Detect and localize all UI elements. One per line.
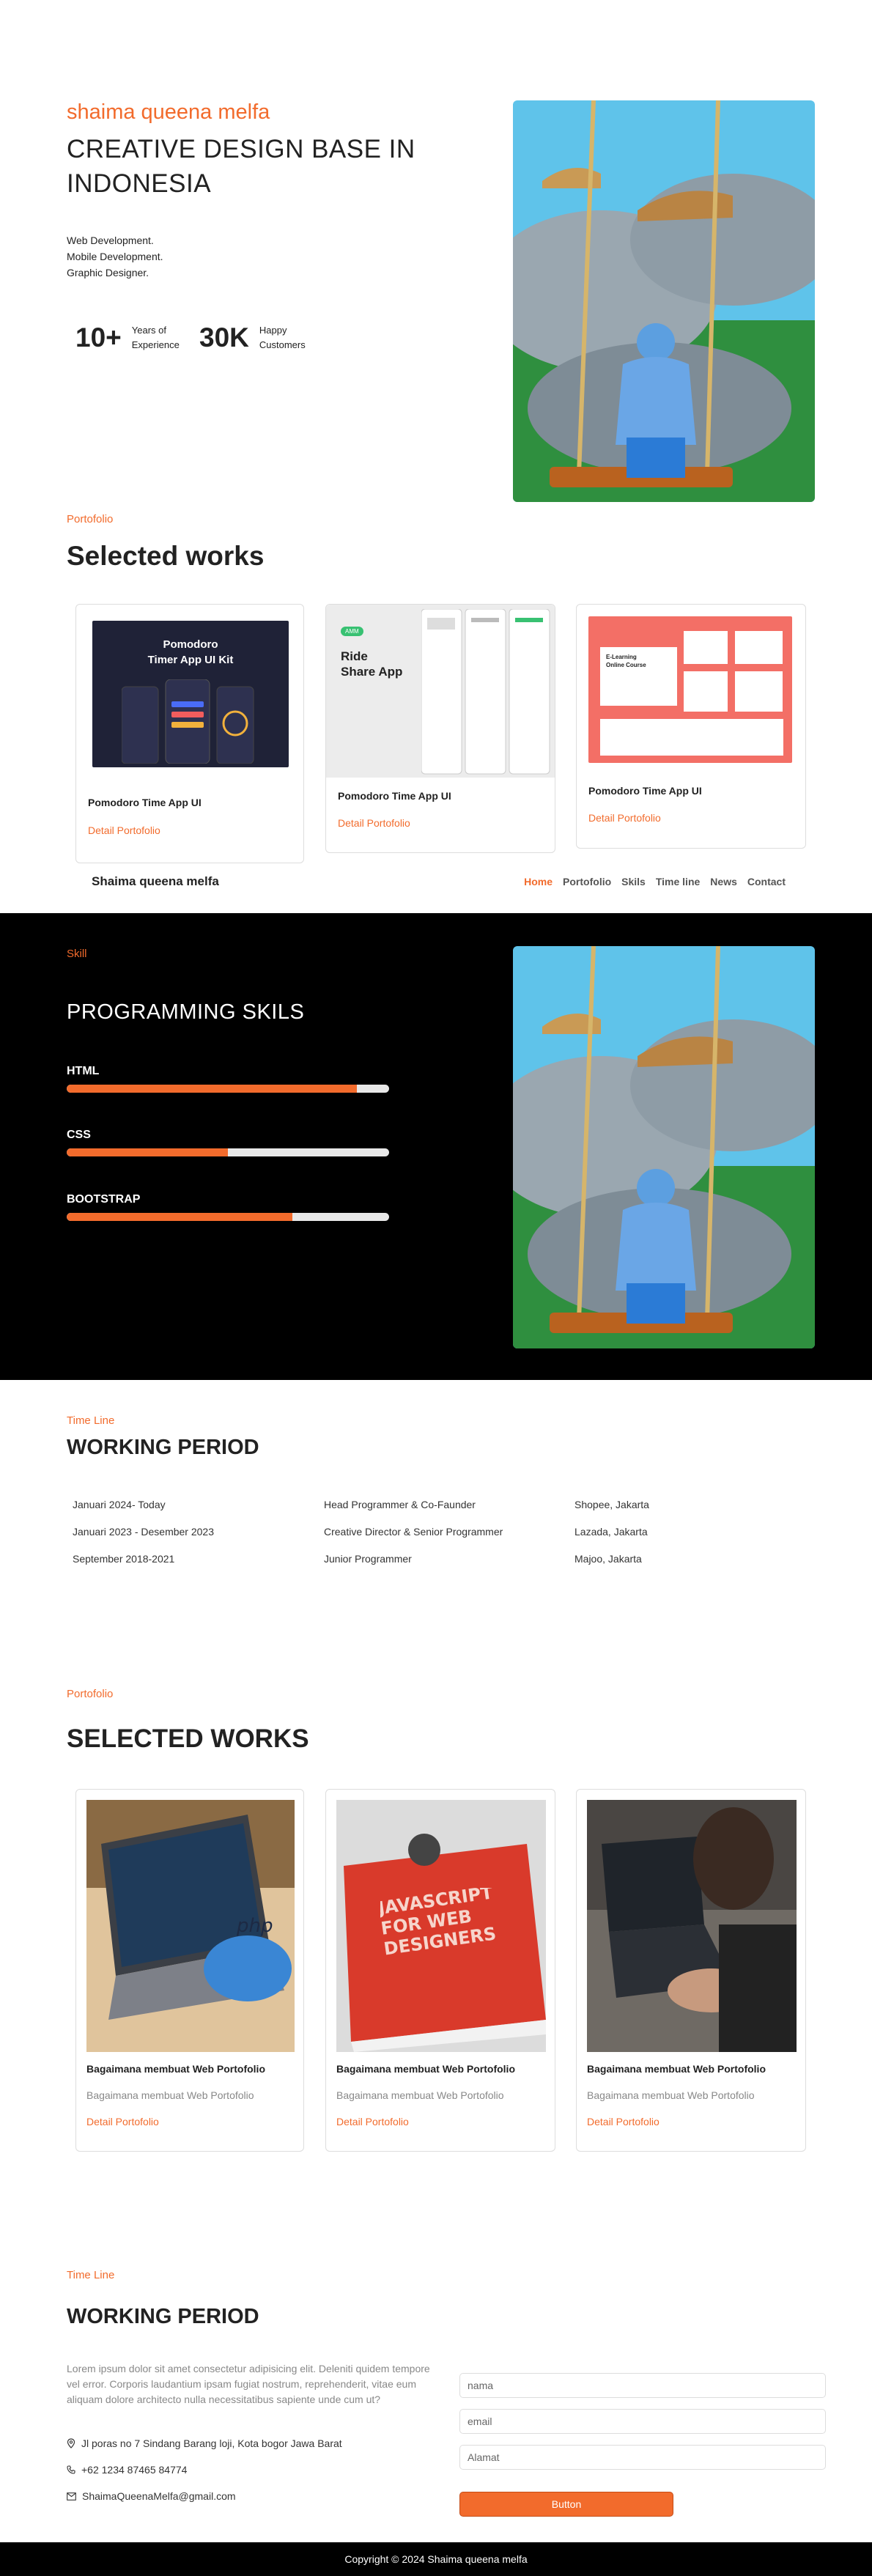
contact-phone: +62 1234 87465 84774 — [67, 2464, 187, 2476]
work-card-title: Bagaimana membuat Web Portofolio — [587, 2063, 766, 2075]
skill-kicker: Skill — [67, 948, 87, 960]
stat-label: Years of Experience — [131, 325, 180, 350]
stat-number: 10+ — [75, 322, 122, 353]
portfolio-card-link[interactable]: Detail Portofolio — [338, 817, 410, 829]
contact-phone-text: +62 1234 87465 84774 — [81, 2464, 188, 2476]
hero-skill-item: Web Development. — [67, 235, 154, 246]
work-card-title: Bagaimana membuat Web Portofolio — [336, 2063, 515, 2075]
work-card-image: php — [86, 1800, 295, 2052]
envelope-icon — [67, 2492, 76, 2501]
phone-icon — [67, 2465, 75, 2474]
stat-customers: 30K Happy Customers — [199, 322, 306, 353]
email-input[interactable] — [459, 2409, 826, 2434]
nav-link-timeline[interactable]: Time line — [656, 876, 700, 887]
portfolio-card-image: E-Learning Online Course — [588, 616, 792, 763]
hero-skill-item: Mobile Development. — [67, 251, 163, 262]
nav-link-skils[interactable]: Skils — [621, 876, 646, 887]
hero-title: CREATIVE DESIGN BASE IN INDONESIA — [67, 135, 415, 198]
portfolio-card-title: Pomodoro Time App UI — [88, 797, 202, 808]
portfolio-card[interactable]: Pomodoro Timer App UI Kit Pomodoro Time … — [75, 604, 304, 863]
contact-description: Lorem ipsum dolor sit amet consectetur a… — [67, 2363, 430, 2405]
portfolio-card-title: Pomodoro Time App UI — [338, 790, 451, 802]
work-card[interactable]: JAVASCRIPT FOR WEB DESIGNERS Bagaimana m… — [325, 1789, 555, 2152]
name-input[interactable] — [459, 2373, 826, 2398]
work-card-subtitle: Bagaimana membuat Web Portofolio — [86, 2089, 254, 2101]
work-card[interactable]: Bagaimana membuat Web Portofolio Bagaima… — [576, 1789, 806, 2152]
address-input[interactable] — [459, 2445, 826, 2470]
timeline-kicker: Time Line — [67, 1414, 115, 1427]
location-pin-icon — [67, 2438, 75, 2448]
navbar-links: Home Portofolio Skils Time line News Con… — [524, 876, 786, 887]
portfolio-card-image: AMM Ride Share App — [326, 605, 555, 778]
hero-skill-list: Web Development. Mobile Development. Gra… — [67, 232, 163, 281]
contact-address: Jl poras no 7 Sindang Barang loji, Kota … — [67, 2437, 342, 2449]
skill-label: HTML — [67, 1065, 100, 1077]
portfolio-title: Selected works — [67, 541, 265, 571]
contact-kicker: Time Line — [67, 2269, 115, 2281]
portfolio-card-image: Pomodoro Timer App UI Kit — [92, 621, 289, 767]
timeline-period: Januari 2024- Today — [73, 1499, 166, 1510]
nav-link-home[interactable]: Home — [524, 876, 553, 887]
work-card-link[interactable]: Detail Portofolio — [587, 2116, 659, 2127]
portfolio-card-link[interactable]: Detail Portofolio — [88, 824, 160, 836]
skill-label: CSS — [67, 1129, 91, 1141]
timeline-role: Junior Programmer — [324, 1553, 412, 1565]
timeline-period: September 2018-2021 — [73, 1553, 175, 1565]
hero-skill-item: Graphic Designer. — [67, 267, 149, 278]
skill-bar — [67, 1213, 389, 1221]
skill-bar-fill — [67, 1148, 228, 1156]
timeline-period: Januari 2023 - Desember 2023 — [73, 1526, 215, 1538]
svg-text:php: php — [236, 1915, 273, 1937]
skill-bar-fill — [67, 1213, 292, 1221]
skill-label: BOOTSTRAP — [67, 1193, 141, 1206]
portfolio-card-title: Pomodoro Time App UI — [588, 785, 702, 797]
skill-bar — [67, 1148, 389, 1156]
portfolio-kicker: Portofolio — [67, 513, 114, 525]
footer: Copyright © 2024 Shaima queena melfa — [0, 2542, 872, 2576]
work-card[interactable]: php Bagaimana membuat Web Portofolio Bag… — [75, 1789, 304, 2152]
skill-photo — [513, 946, 815, 1348]
timeline-company: Lazada, Jakarta — [574, 1526, 648, 1538]
nav-link-news[interactable]: News — [710, 876, 737, 887]
navbar-brand[interactable]: Shaima queena melfa — [92, 874, 219, 889]
portfolio-card[interactable]: E-Learning Online Course Pomodoro Time A… — [576, 604, 806, 849]
timeline-company: Shopee, Jakarta — [574, 1499, 649, 1510]
portfolio-card[interactable]: AMM Ride Share App Pomodoro Time App UI … — [325, 604, 555, 853]
stat-label: Happy Customers — [259, 325, 306, 350]
timeline-company: Majoo, Jakarta — [574, 1553, 642, 1565]
nav-link-portofolio[interactable]: Portofolio — [563, 876, 611, 887]
works-title: SELECTED WORKS — [67, 1724, 309, 1753]
timeline-title: WORKING PERIOD — [67, 1436, 259, 1459]
work-card-image: JAVASCRIPT FOR WEB DESIGNERS — [336, 1800, 546, 2052]
timeline-role: Creative Director & Senior Programmer — [324, 1526, 503, 1538]
portfolio-card-link[interactable]: Detail Portofolio — [588, 812, 661, 824]
contact-email: ShaimaQueenaMelfa@gmail.com — [67, 2490, 236, 2502]
stat-number: 30K — [199, 322, 249, 353]
hero-name: shaima queena melfa — [67, 100, 270, 124]
timeline-role: Head Programmer & Co-Faunder — [324, 1499, 476, 1510]
footer-copyright: Copyright © 2024 Shaima queena melfa — [344, 2553, 528, 2565]
submit-button[interactable]: Button — [459, 2492, 673, 2517]
work-card-link[interactable]: Detail Portofolio — [336, 2116, 409, 2127]
works-kicker: Portofolio — [67, 1688, 114, 1700]
contact-email-text: ShaimaQueenaMelfa@gmail.com — [82, 2490, 236, 2502]
skill-title: PROGRAMMING SKILS — [67, 1000, 305, 1024]
hero-photo — [513, 100, 815, 502]
work-card-title: Bagaimana membuat Web Portofolio — [86, 2063, 265, 2075]
skill-bar-fill — [67, 1085, 357, 1093]
nav-link-contact[interactable]: Contact — [747, 876, 786, 887]
contact-address-text: Jl poras no 7 Sindang Barang loji, Kota … — [81, 2437, 342, 2449]
work-card-subtitle: Bagaimana membuat Web Portofolio — [587, 2089, 755, 2101]
skill-bar — [67, 1085, 389, 1093]
work-card-image — [587, 1800, 797, 2052]
work-card-link[interactable]: Detail Portofolio — [86, 2116, 159, 2127]
work-card-subtitle: Bagaimana membuat Web Portofolio — [336, 2089, 504, 2101]
stat-experience: 10+ Years of Experience — [75, 322, 180, 353]
contact-title: WORKING PERIOD — [67, 2305, 259, 2328]
